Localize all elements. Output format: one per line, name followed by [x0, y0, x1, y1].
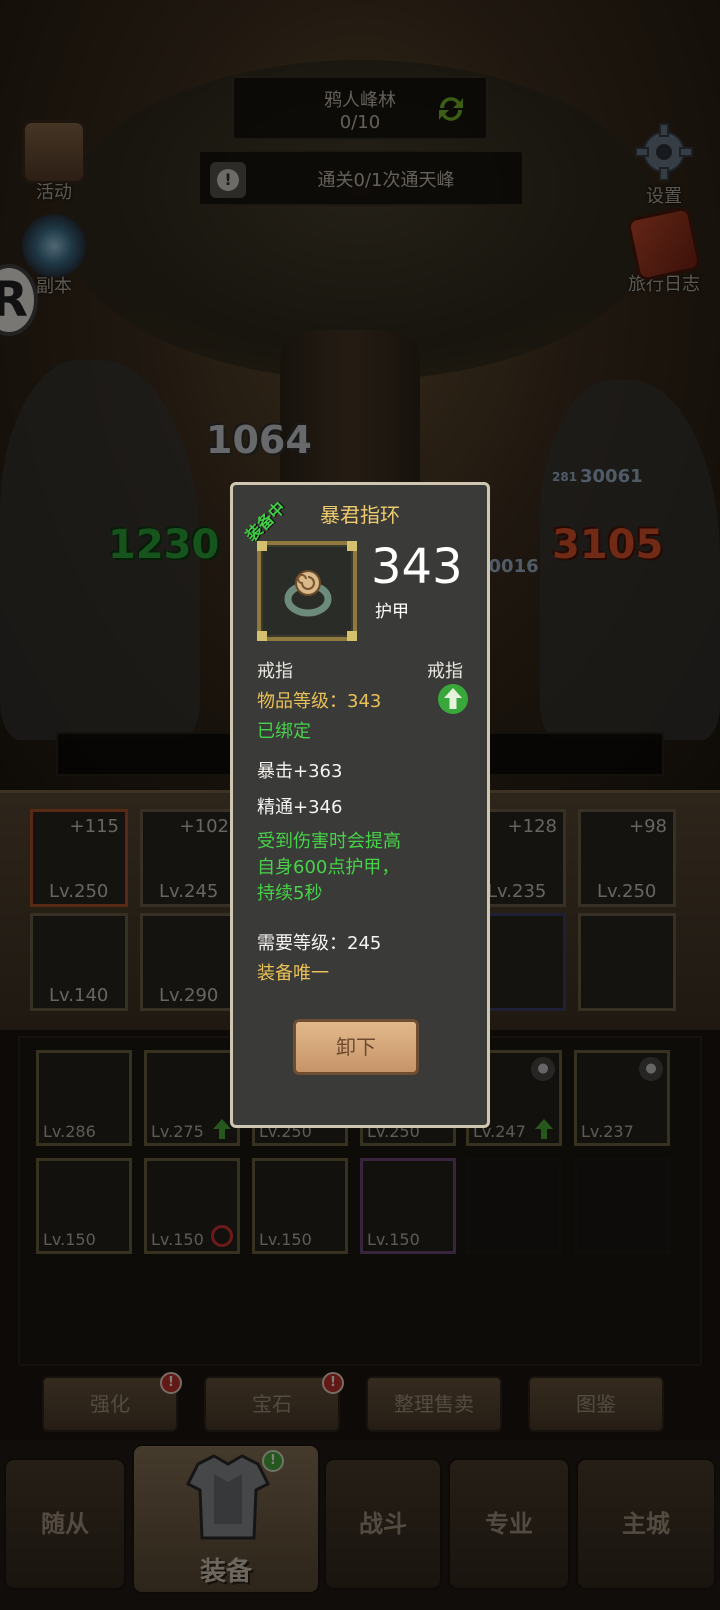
effect-line: 受到伤害时会提高	[257, 831, 401, 852]
upgrade-arrow-icon	[438, 684, 468, 714]
effect-line: 持续5秒	[257, 883, 323, 904]
item-icon-frame	[257, 541, 357, 641]
ring-icon	[284, 570, 332, 617]
stat-crit: 暴击+363	[257, 761, 343, 782]
bound-status: 已绑定	[257, 721, 311, 742]
unequip-button[interactable]: 卸下	[293, 1019, 419, 1075]
item-slot-type: 戒指	[257, 661, 293, 682]
effect-line: 自身600点护甲，	[257, 857, 400, 878]
main-stat-type: 护甲	[375, 602, 409, 622]
compare-slot-type: 戒指	[427, 661, 463, 682]
stat-mastery: 精通+346	[257, 797, 343, 818]
item-name: 暴君指环	[320, 503, 400, 527]
main-stat-value: 343	[371, 539, 463, 595]
item-level: 物品等级：343	[257, 691, 382, 712]
item-effect: 受到伤害时会提高 自身600点护甲， 持续5秒	[257, 829, 457, 907]
required-level: 需要等级：245	[257, 933, 382, 954]
item-tooltip: 装备中 暴君指环 343 护甲 戒指 戒指 物品等级：343 已绑定 暴击+36…	[230, 482, 490, 1128]
unique-equip: 装备唯一	[257, 963, 329, 984]
